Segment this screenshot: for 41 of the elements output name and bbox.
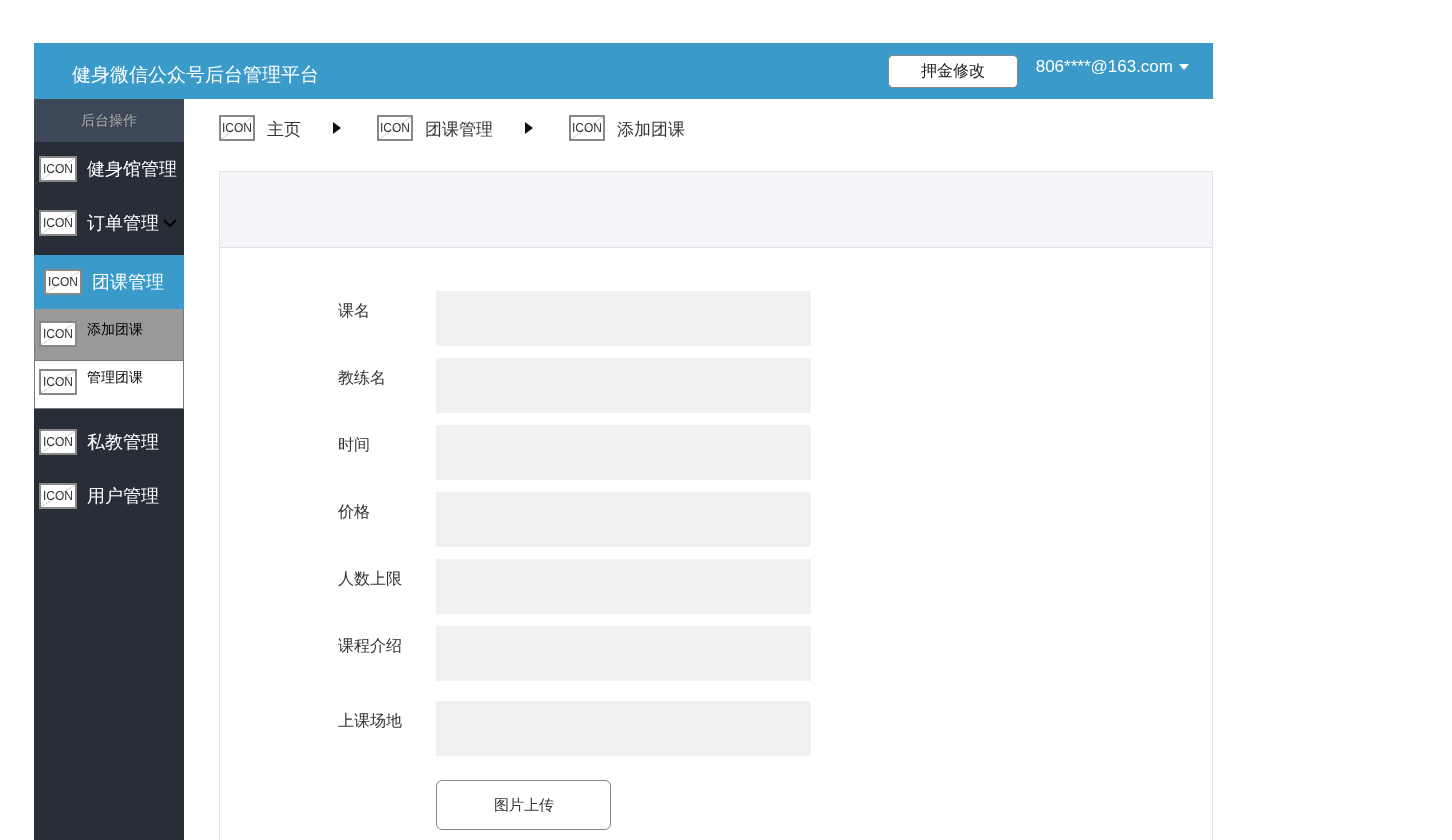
field-label: 教练名 (338, 368, 387, 388)
icon-placeholder: ICON (39, 483, 77, 509)
icon-placeholder: ICON (39, 369, 77, 395)
breadcrumb-link[interactable]: 添加团课 (617, 115, 685, 141)
field-label: 时间 (338, 435, 371, 455)
upload-button[interactable]: 图片上传 (436, 780, 611, 830)
sidebar-item-label: 订单管理 (87, 212, 159, 235)
field-label: 上课场地 (338, 711, 403, 731)
sidebar-item[interactable]: ICON 订单管理 (34, 196, 184, 250)
sidebar-subitem-label: 管理团课 (87, 369, 143, 387)
field-label: 课名 (338, 301, 371, 321)
icon-placeholder: ICON (569, 115, 605, 141)
icon-placeholder: ICON (377, 115, 413, 141)
sidebar-item-label: 团课管理 (92, 271, 164, 294)
field-label: 人数上限 (338, 569, 403, 589)
sidebar-item-label: 私教管理 (87, 431, 159, 454)
icon-placeholder: ICON (39, 429, 77, 455)
app-title: 健身微信公众号后台管理平台 (72, 63, 320, 87)
sidebar-heading: 后台操作 (34, 99, 184, 142)
caret-icon (1179, 64, 1189, 70)
icon-placeholder: ICON (39, 210, 77, 236)
icon-placeholder: ICON (44, 269, 82, 295)
sidebar-item-label: 用户管理 (87, 485, 159, 508)
icon-placeholder: ICON (39, 321, 77, 347)
field-label: 价格 (338, 502, 371, 522)
sidebar-subitem[interactable]: ICON 添加团课 (34, 309, 184, 361)
sidebar-item[interactable]: ICON 健身馆管理 (34, 142, 184, 196)
breadcrumb-link[interactable]: 团课管理 (425, 115, 493, 141)
sidebar-item[interactable]: ICON 团课管理 (34, 255, 184, 309)
breadcrumb-link[interactable]: 主页 (267, 115, 301, 141)
icon-placeholder: ICON (39, 156, 77, 182)
sidebar-subitem[interactable]: ICON 管理团课 (34, 361, 184, 409)
deposit-button[interactable]: 押金修改 (887, 54, 1018, 88)
sidebar-subitem-label: 添加团课 (87, 321, 143, 339)
sidebar-item[interactable]: ICON 私教管理 (34, 415, 184, 469)
triangle-right-icon (525, 122, 533, 134)
sidebar-item[interactable]: ICON 用户管理 (34, 469, 184, 523)
triangle-right-icon (333, 122, 341, 134)
field-label: 课程介绍 (338, 636, 403, 656)
icon-placeholder: ICON (219, 115, 255, 141)
sidebar-item-label: 健身馆管理 (87, 158, 177, 181)
